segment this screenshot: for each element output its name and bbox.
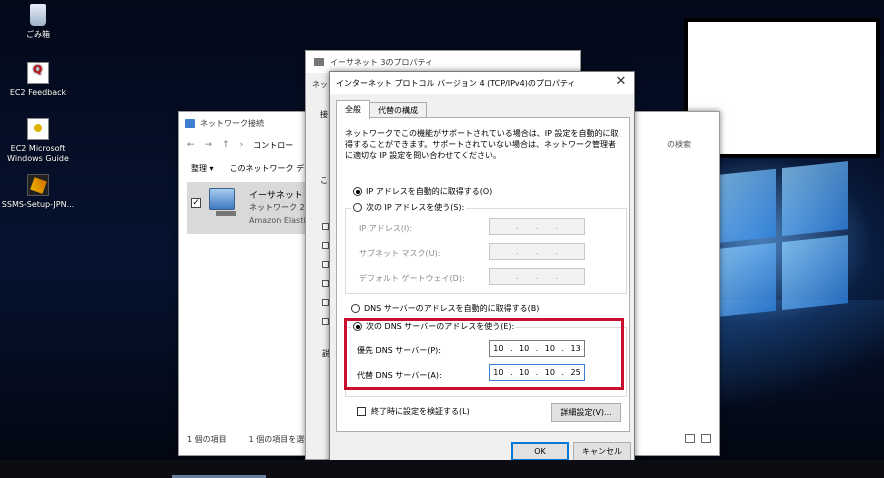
desktop-icon-ec2-feedback[interactable]: EC2 Feedback bbox=[0, 62, 76, 98]
subnet-mask-input: ... bbox=[489, 243, 585, 260]
ip-address-row: IP アドレス(I): bbox=[359, 223, 412, 234]
component-checkbox[interactable] bbox=[322, 223, 329, 230]
desktop-icon-label: EC2 Feedback bbox=[9, 88, 67, 97]
windows-logo-icon bbox=[718, 161, 848, 325]
component-checklist bbox=[322, 223, 329, 325]
validate-on-exit-label: 終了時に設定を検証する(L) bbox=[371, 407, 470, 416]
ok-button[interactable]: OK bbox=[511, 442, 569, 461]
document-icon bbox=[27, 118, 49, 140]
breadcrumb[interactable]: コントロー bbox=[253, 140, 293, 151]
status-selected-count: 1 個の項目を選択 bbox=[248, 435, 313, 444]
dialog-tabs: 全般 代替の構成 bbox=[336, 100, 427, 119]
document-icon bbox=[27, 62, 49, 84]
gateway-row: デフォルト ゲートウェイ(D): bbox=[359, 273, 465, 284]
component-checkbox[interactable] bbox=[322, 242, 329, 249]
ip-manual-radio[interactable]: 次の IP アドレスを使う(S): bbox=[351, 202, 467, 213]
items-label: こ bbox=[320, 176, 328, 185]
forward-arrow-icon[interactable]: → bbox=[205, 140, 213, 150]
radio-selected-icon bbox=[353, 187, 362, 196]
ip-auto-label: IP アドレスを自動的に取得する(O) bbox=[366, 187, 493, 196]
connect-using-label: 接 bbox=[320, 110, 328, 119]
component-checkbox[interactable] bbox=[322, 261, 329, 268]
tab-networking[interactable]: ネッ bbox=[312, 79, 328, 90]
desktop-icon-label: SSMS-Setup-JPN... bbox=[1, 200, 75, 209]
desktop-icon-label: EC2 Microsoft Windows Guide bbox=[7, 144, 69, 163]
view-toggle bbox=[685, 434, 711, 443]
ipv4-dialog-titlebar[interactable]: インターネット プロトコル バージョン 4 (TCP/IPv4)のプロパティ bbox=[330, 72, 634, 94]
adapter-network: ネットワーク 2 bbox=[249, 203, 305, 212]
status-item-count: 1 個の項目 bbox=[187, 435, 227, 444]
radio-unselected-icon bbox=[353, 203, 362, 212]
cancel-button[interactable]: キャンセル bbox=[573, 442, 631, 461]
subnet-mask-label: サブネット マスク(U): bbox=[359, 249, 441, 258]
desktop-icon-label: ごみ箱 bbox=[26, 30, 50, 39]
back-arrow-icon[interactable]: ← bbox=[187, 140, 195, 150]
tiles-view-icon[interactable] bbox=[701, 434, 711, 443]
ip-manual-label: 次の IP アドレスを使う(S): bbox=[366, 203, 465, 212]
default-gateway-label: デフォルト ゲートウェイ(D): bbox=[359, 274, 465, 283]
control-panel-icon: › bbox=[239, 140, 244, 150]
adapter-name: イーサネット 3 bbox=[249, 191, 312, 201]
network-window-title: ネットワーク接続 bbox=[200, 118, 264, 128]
ipv4-dialog-title: インターネット プロトコル バージョン 4 (TCP/IPv4)のプロパティ bbox=[336, 78, 576, 88]
taskbar bbox=[0, 460, 884, 478]
subnet-row: サブネット マスク(U): bbox=[359, 248, 440, 259]
desktop-icon-ec2-windows-guide[interactable]: EC2 Microsoft Windows Guide bbox=[0, 118, 76, 164]
adapter-checkbox[interactable]: ✓ bbox=[191, 198, 201, 208]
network-folder-icon bbox=[185, 118, 195, 128]
search-box[interactable]: の検索 bbox=[667, 139, 691, 150]
up-arrow-icon[interactable]: ↑ bbox=[222, 140, 230, 150]
network-adapter-icon bbox=[314, 58, 324, 66]
organize-button[interactable]: 整理 ▾ bbox=[191, 163, 214, 174]
dns-auto-label: DNS サーバーのアドレスを自動的に取得する(B) bbox=[364, 304, 540, 313]
description-text: ネットワークでこの機能がサポートされている場合は、IP 設定を自動的に取得するこ… bbox=[345, 129, 619, 160]
network-adapter-icon bbox=[209, 188, 236, 216]
dns-auto-radio[interactable]: DNS サーバーのアドレスを自動的に取得する(B) bbox=[351, 303, 539, 314]
ip-address-label: IP アドレス(I): bbox=[359, 224, 413, 233]
ipv4-properties-dialog: インターネット プロトコル バージョン 4 (TCP/IPv4)のプロパティ ✕… bbox=[329, 71, 635, 467]
component-checkbox[interactable] bbox=[322, 280, 329, 287]
advanced-button[interactable]: 詳細設定(V)... bbox=[551, 403, 621, 422]
status-bar: 1 個の項目 1 個の項目を選択 bbox=[187, 434, 312, 445]
close-icon[interactable]: ✕ bbox=[614, 75, 628, 89]
component-checkbox[interactable] bbox=[322, 299, 329, 306]
tab-alternate-configuration[interactable]: 代替の構成 bbox=[370, 102, 427, 118]
installer-icon bbox=[27, 174, 49, 196]
ip-address-input: ... bbox=[489, 218, 585, 235]
ethernet-window-titlebar[interactable]: イーサネット 3のプロパティ bbox=[306, 51, 580, 73]
validate-on-exit-checkbox[interactable]: 終了時に設定を検証する(L) bbox=[357, 406, 470, 417]
default-gateway-input: ... bbox=[489, 268, 585, 285]
desktop-icon-ssms-setup[interactable]: SSMS-Setup-JPN... bbox=[0, 174, 76, 210]
ethernet-window-title: イーサネット 3のプロパティ bbox=[330, 57, 433, 67]
details-view-icon[interactable] bbox=[685, 434, 695, 443]
desktop-icon-recycle-bin[interactable]: ごみ箱 bbox=[0, 4, 76, 40]
ip-auto-radio[interactable]: IP アドレスを自動的に取得する(O) bbox=[353, 186, 492, 197]
radio-unselected-icon bbox=[351, 304, 360, 313]
component-checkbox[interactable] bbox=[322, 318, 329, 325]
tab-general[interactable]: 全般 bbox=[336, 100, 370, 119]
dns-highlight-box bbox=[344, 318, 624, 390]
recycle-bin-icon bbox=[30, 4, 46, 26]
checkbox-unchecked-icon bbox=[357, 407, 366, 416]
